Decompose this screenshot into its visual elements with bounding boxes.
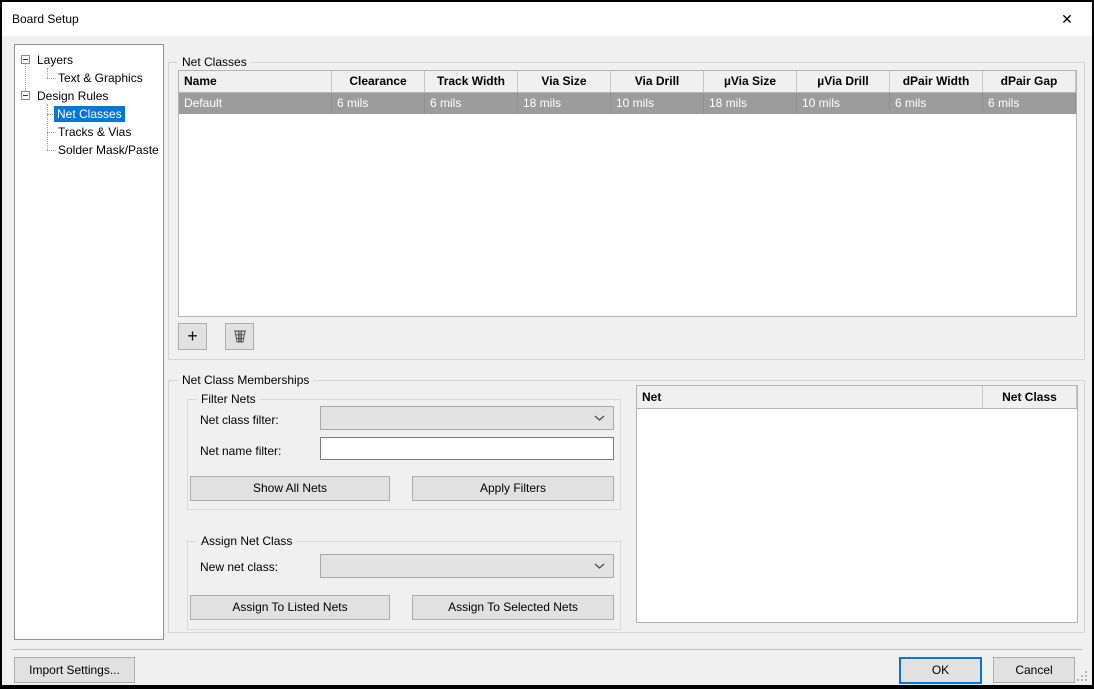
- tree-connector: [47, 150, 56, 151]
- cell-uvia-size[interactable]: 18 mils: [704, 93, 797, 114]
- cell-dpair-width[interactable]: 6 mils: [890, 93, 983, 114]
- column-header-track-width[interactable]: Track Width: [425, 71, 518, 92]
- column-header-name[interactable]: Name: [179, 71, 332, 92]
- add-net-class-button[interactable]: +: [178, 323, 207, 350]
- show-all-nets-button[interactable]: Show All Nets: [190, 476, 390, 501]
- net-class-filter-label: Net class filter:: [200, 413, 279, 428]
- title-bar: Board Setup ✕: [2, 2, 1092, 36]
- net-class-memberships-label: Net Class Memberships: [178, 373, 313, 388]
- net-classes-group-label: Net Classes: [178, 55, 251, 70]
- cell-via-size[interactable]: 18 mils: [518, 93, 611, 114]
- cell-track-width[interactable]: 6 mils: [425, 93, 518, 114]
- sidebar-item-solder-mask-paste[interactable]: Solder Mask/Paste: [58, 142, 159, 158]
- net-table-header: Net Net Class: [637, 386, 1077, 409]
- collapse-icon[interactable]: [21, 91, 30, 100]
- close-icon[interactable]: ✕: [1052, 2, 1082, 36]
- net-name-filter-input[interactable]: [320, 437, 614, 460]
- apply-filters-button[interactable]: Apply Filters: [412, 476, 614, 501]
- cell-clearance[interactable]: 6 mils: [332, 93, 425, 114]
- tree-connector: [47, 132, 56, 133]
- board-setup-dialog: Board Setup ✕ Layers Text & Graphics Des…: [0, 0, 1094, 689]
- ok-button[interactable]: OK: [899, 657, 982, 684]
- collapse-icon[interactable]: [21, 55, 30, 64]
- tree-connector: [47, 104, 48, 150]
- column-header-via-drill[interactable]: Via Drill: [611, 71, 704, 92]
- net-classes-table-header: Name Clearance Track Width Via Size Via …: [179, 71, 1076, 93]
- cancel-button[interactable]: Cancel: [993, 657, 1075, 683]
- column-header-net[interactable]: Net: [637, 386, 983, 408]
- column-header-via-size[interactable]: Via Size: [518, 71, 611, 92]
- plus-icon: +: [187, 326, 198, 346]
- assign-to-listed-nets-button[interactable]: Assign To Listed Nets: [190, 595, 390, 620]
- tree-connector: [47, 114, 53, 115]
- sidebar-item-text-graphics[interactable]: Text & Graphics: [58, 70, 143, 86]
- sidebar-item-net-classes[interactable]: Net Classes: [54, 106, 125, 122]
- filter-nets-group: Filter Nets Net class filter: Net name f…: [187, 399, 621, 510]
- assign-net-class-label: Assign Net Class: [197, 534, 296, 549]
- new-net-class-label: New net class:: [200, 560, 278, 575]
- column-header-dpair-width[interactable]: dPair Width: [890, 71, 983, 92]
- net-class-filter-dropdown[interactable]: [320, 406, 614, 430]
- column-header-uvia-drill[interactable]: µVia Drill: [797, 71, 890, 92]
- footer-divider: [12, 649, 1082, 650]
- cell-name[interactable]: Default: [179, 93, 332, 114]
- chevron-down-icon: [594, 415, 605, 421]
- net-membership-table: Net Net Class: [636, 385, 1078, 623]
- column-header-net-class[interactable]: Net Class: [983, 386, 1077, 408]
- tree-connector: [25, 64, 26, 91]
- settings-tree: Layers Text & Graphics Design Rules Net …: [14, 44, 164, 640]
- new-net-class-dropdown[interactable]: [320, 554, 614, 578]
- column-header-dpair-gap[interactable]: dPair Gap: [983, 71, 1076, 92]
- chevron-down-icon: [594, 563, 605, 569]
- tree-connector: [47, 78, 56, 79]
- assign-to-selected-nets-button[interactable]: Assign To Selected Nets: [412, 595, 614, 620]
- sidebar-item-layers[interactable]: Layers: [37, 52, 73, 68]
- resize-grip-icon[interactable]: [1075, 669, 1088, 682]
- tree-connector: [47, 68, 48, 78]
- sidebar-item-tracks-vias[interactable]: Tracks & Vias: [58, 124, 131, 140]
- net-classes-table: Name Clearance Track Width Via Size Via …: [178, 70, 1077, 317]
- cell-uvia-drill[interactable]: 10 mils: [797, 93, 890, 114]
- cell-via-drill[interactable]: 10 mils: [611, 93, 704, 114]
- column-header-clearance[interactable]: Clearance: [332, 71, 425, 92]
- delete-net-class-button[interactable]: [225, 323, 254, 350]
- trash-icon: [232, 328, 248, 344]
- selected-tree-label: Net Classes: [54, 106, 125, 122]
- sidebar-item-design-rules[interactable]: Design Rules: [37, 88, 108, 104]
- assign-net-class-group: Assign Net Class New net class: Assign T…: [187, 541, 621, 630]
- dialog-title: Board Setup: [12, 2, 79, 36]
- import-settings-button[interactable]: Import Settings...: [14, 657, 135, 683]
- table-row-default[interactable]: Default 6 mils 6 mils 18 mils 10 mils 18…: [179, 93, 1076, 114]
- filter-nets-label: Filter Nets: [197, 392, 260, 407]
- net-name-filter-label: Net name filter:: [200, 444, 281, 459]
- cell-dpair-gap[interactable]: 6 mils: [983, 93, 1076, 114]
- column-header-uvia-size[interactable]: µVia Size: [704, 71, 797, 92]
